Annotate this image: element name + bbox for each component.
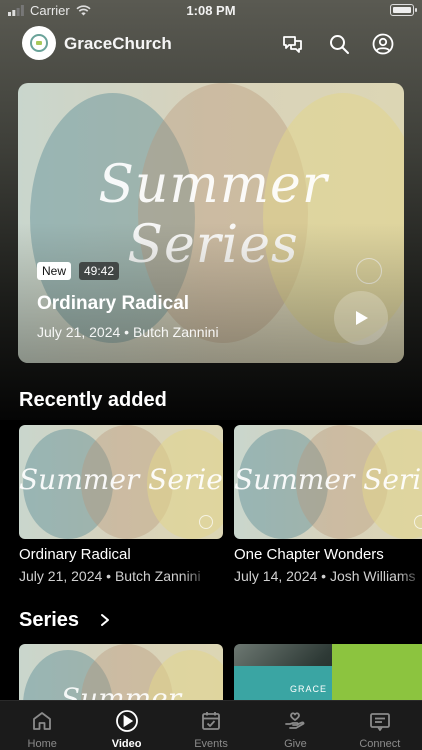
tab-events[interactable]: Events xyxy=(169,701,253,750)
featured-subtitle: July 21, 2024 • Butch Zannini xyxy=(37,324,219,340)
logo-mark xyxy=(30,34,48,52)
featured-title: Ordinary Radical xyxy=(37,293,190,314)
search-icon[interactable] xyxy=(327,32,351,56)
chat-icon[interactable] xyxy=(281,32,305,56)
tab-give[interactable]: Give xyxy=(253,701,337,750)
video-thumbnail: Summer Series xyxy=(19,425,223,539)
tab-video[interactable]: Video xyxy=(84,701,168,750)
tab-label: Events xyxy=(194,738,228,750)
video-title: Ordinary Radical xyxy=(19,546,131,563)
give-hand-icon xyxy=(285,712,305,729)
play-circle-icon xyxy=(115,710,138,732)
play-button[interactable] xyxy=(334,291,388,345)
duration-badge: 49:42 xyxy=(79,262,120,280)
battery-icon xyxy=(390,4,417,16)
tab-label: Video xyxy=(111,738,142,750)
video-thumbnail: Summer Series xyxy=(234,425,422,539)
calendar-icon xyxy=(202,712,220,730)
status-bar: Carrier 1:08 PM xyxy=(0,0,422,22)
chevron-right-icon[interactable] xyxy=(98,612,112,628)
video-subtitle: July 21, 2024 • Butch Zannini xyxy=(19,568,201,584)
battery-level xyxy=(392,6,411,13)
account-icon[interactable] xyxy=(371,32,395,56)
video-card[interactable]: Summer Series One Chapter Wonders July 1… xyxy=(234,425,422,584)
message-card-icon xyxy=(369,713,390,731)
grace-watermark-icon xyxy=(199,515,213,529)
app-header: GraceChurch xyxy=(0,26,422,62)
artwork-title: GRACE xyxy=(290,684,328,694)
recently-added-heading: Recently added xyxy=(19,389,167,411)
video-subtitle: July 14, 2024 • Josh Williams xyxy=(234,568,416,584)
featured-video-card[interactable]: Summer Series New 49:42 Ordinary Radical… xyxy=(18,83,404,363)
video-title: One Chapter Wonders xyxy=(234,546,384,563)
church-logo[interactable] xyxy=(22,26,56,60)
tab-home[interactable]: Home xyxy=(0,701,84,750)
artwork-title: Summer Series xyxy=(234,463,422,496)
home-icon xyxy=(33,712,52,730)
video-card[interactable]: Summer Series Ordinary Radical July 21, … xyxy=(19,425,223,584)
status-time: 1:08 PM xyxy=(186,3,236,18)
app-title: GraceChurch xyxy=(64,34,172,53)
series-heading[interactable]: Series xyxy=(19,609,79,632)
artwork-title: Summer Series xyxy=(19,463,223,496)
tab-bar: Home Video Events Give Connect xyxy=(0,700,422,750)
tab-connect[interactable]: Connect xyxy=(338,701,422,750)
play-icon xyxy=(356,311,368,325)
tab-label: Connect xyxy=(359,738,401,750)
grace-watermark-icon xyxy=(414,515,422,529)
tab-label: Home xyxy=(27,738,57,750)
tab-label: Give xyxy=(284,738,307,750)
new-badge: New xyxy=(37,262,72,280)
